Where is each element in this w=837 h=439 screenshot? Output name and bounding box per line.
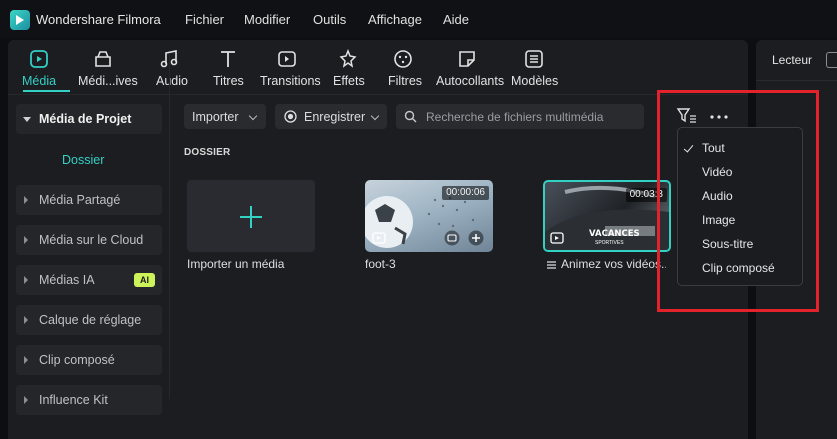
import-media-card[interactable] [187, 180, 315, 252]
menu-fichier[interactable]: Fichier [185, 12, 224, 27]
ai-enhance-icon[interactable] [444, 230, 460, 246]
caret-right-icon [24, 356, 28, 364]
template-list-icon [547, 261, 556, 269]
app-title: Wondershare Filmora [36, 12, 161, 27]
media-label-animez: Animez vos vidéos... [561, 257, 666, 271]
search-placeholder: Recherche de fichiers multimédia [426, 110, 604, 124]
transition-icon [278, 51, 296, 67]
caret-right-icon [24, 196, 28, 204]
sidebar-item-media-de-projet[interactable]: Média de Projet [16, 104, 162, 134]
sidebar-item-media-partage[interactable]: Média Partagé [16, 185, 162, 215]
ai-badge: AI [134, 273, 155, 287]
search-input[interactable]: Recherche de fichiers multimédia [396, 104, 644, 129]
search-icon [404, 110, 417, 123]
media-label-foot-3: foot-3 [365, 257, 396, 271]
player-title: Lecteur [772, 53, 813, 67]
sidebar-divider [169, 55, 170, 399]
sidebar-item-calque-reglage[interactable]: Calque de réglage [16, 305, 162, 335]
import-media-label: Importer un média [187, 257, 285, 271]
add-to-timeline-icon[interactable] [468, 230, 484, 246]
title-bar: Wondershare Filmora Fichier Modifier Out… [0, 0, 837, 38]
section-title: DOSSIER [184, 147, 231, 158]
sticker-icon [459, 51, 475, 67]
sidebar-item-clip-compose[interactable]: Clip composé [16, 345, 162, 375]
chevron-down-icon [370, 111, 380, 121]
import-button[interactable]: Importer [184, 104, 266, 129]
caret-right-icon [24, 396, 28, 404]
media-thumbnail-foot-3[interactable]: 00:00:06 [365, 180, 493, 252]
duration-badge: 00:00:06 [442, 186, 489, 200]
annotation-highlight-box [657, 90, 819, 312]
thumbnail-overlay-text: VACANCES [589, 229, 640, 239]
menu-affichage[interactable]: Affichage [368, 12, 422, 27]
caret-right-icon [24, 236, 28, 244]
record-button[interactable]: Enregistrer [275, 104, 387, 129]
menu-aide[interactable]: Aide [443, 12, 469, 27]
thumbnail-overlay-subtext: SPORTIVES [595, 240, 624, 246]
panel-toggle-icon[interactable] [826, 52, 837, 68]
caret-right-icon [24, 316, 28, 324]
clip-type-icon [372, 232, 386, 244]
record-icon [284, 110, 297, 123]
menu-modifier[interactable]: Modifier [244, 12, 290, 27]
text-icon [221, 51, 235, 67]
media-sidebar: Média de Projet Dossier Média Partagé Mé… [8, 55, 169, 415]
sidebar-item-influence-kit[interactable]: Influence Kit [16, 385, 162, 415]
chevron-down-icon [248, 111, 258, 121]
sidebar-item-media-cloud[interactable]: Média sur le Cloud [16, 225, 162, 255]
sidebar-item-medias-ia[interactable]: Médias IA AI [16, 265, 162, 295]
filters-icon [394, 50, 412, 68]
caret-right-icon [24, 276, 28, 284]
sidebar-item-dossier[interactable]: Dossier [62, 153, 104, 167]
clip-type-icon [550, 232, 564, 244]
plus-icon [240, 206, 262, 228]
player-divider [756, 80, 837, 81]
templates-icon [525, 50, 543, 68]
filmora-logo-icon [10, 10, 30, 30]
menu-outils[interactable]: Outils [313, 12, 346, 27]
caret-down-icon [23, 117, 31, 122]
effects-icon [339, 48, 357, 68]
media-thumbnail-animez[interactable]: 00:03:3 VACANCES SPORTIVES [543, 180, 671, 252]
